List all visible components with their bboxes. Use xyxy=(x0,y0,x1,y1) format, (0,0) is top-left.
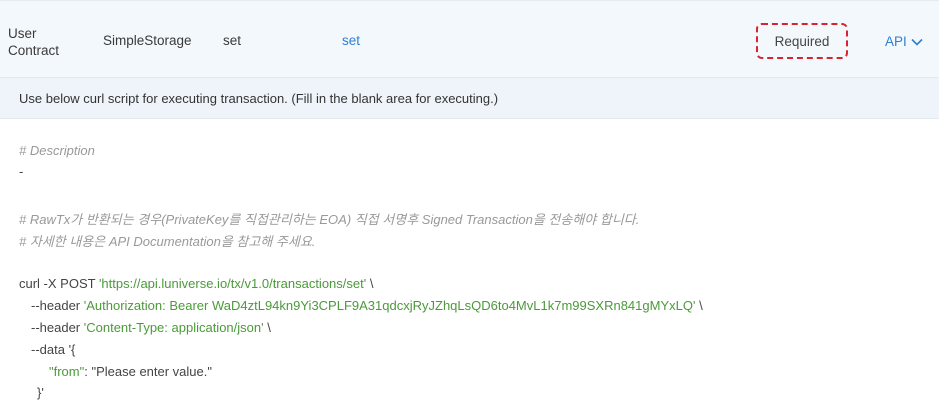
header-flag: --header xyxy=(31,320,84,335)
data-open: '{ xyxy=(68,342,76,357)
rawtx-note: # RawTx가 반환되는 경우(PrivateKey를 직접관리하는 EOA)… xyxy=(19,212,640,227)
description-value: - xyxy=(19,164,24,179)
function-name: set xyxy=(223,33,242,48)
line-continuation: \ xyxy=(366,276,374,291)
curl-code-block: # Description - # RawTx가 반환되는 경우(Private… xyxy=(0,119,939,413)
type-line-1: User xyxy=(8,26,37,41)
data-line: --data '{ xyxy=(31,342,75,357)
data-close: }' xyxy=(37,385,44,400)
auth-header-line: --header 'Authorization: Bearer WaD4ztL9… xyxy=(31,298,703,313)
function-link[interactable]: set xyxy=(342,33,360,48)
documentation-note: # 자세한 내용은 API Documentation을 참고해 주세요. xyxy=(19,234,316,249)
description-comment: # Description xyxy=(19,143,95,158)
curl-command-line: curl -X POST 'https://api.luniverse.io/t… xyxy=(19,276,373,291)
contract-name: SimpleStorage xyxy=(103,33,192,48)
required-badge: Required xyxy=(756,23,848,59)
from-value[interactable]: "Please enter value." xyxy=(91,364,212,379)
required-label: Required xyxy=(774,33,830,49)
header-flag: --header xyxy=(31,298,84,313)
line-continuation: \ xyxy=(695,298,703,313)
info-bar: Use below curl script for executing tran… xyxy=(0,78,939,119)
line-continuation: \ xyxy=(263,320,271,335)
data-flag: --data xyxy=(31,342,69,357)
content-type-value: 'Content-Type: application/json' xyxy=(83,320,264,335)
from-field-line: "from": "Please enter value." xyxy=(49,364,212,379)
chevron-down-icon xyxy=(911,38,923,46)
from-key: "from" xyxy=(49,364,85,379)
type-line-2: Contract xyxy=(8,43,60,58)
curl-url: 'https://api.luniverse.io/tx/v1.0/transa… xyxy=(98,276,367,291)
info-text: Use below curl script for executing tran… xyxy=(19,91,499,106)
curl-command: curl -X POST xyxy=(19,276,99,291)
api-label: API xyxy=(885,34,907,49)
auth-header-value: 'Authorization: Bearer WaD4ztL94kn9Yi3CP… xyxy=(83,298,696,313)
content-type-line: --header 'Content-Type: application/json… xyxy=(31,320,271,335)
type-cell: User Contract xyxy=(8,25,59,59)
api-row: User Contract SimpleStorage set set Requ… xyxy=(0,0,939,78)
api-toggle-button[interactable]: API xyxy=(885,34,923,49)
